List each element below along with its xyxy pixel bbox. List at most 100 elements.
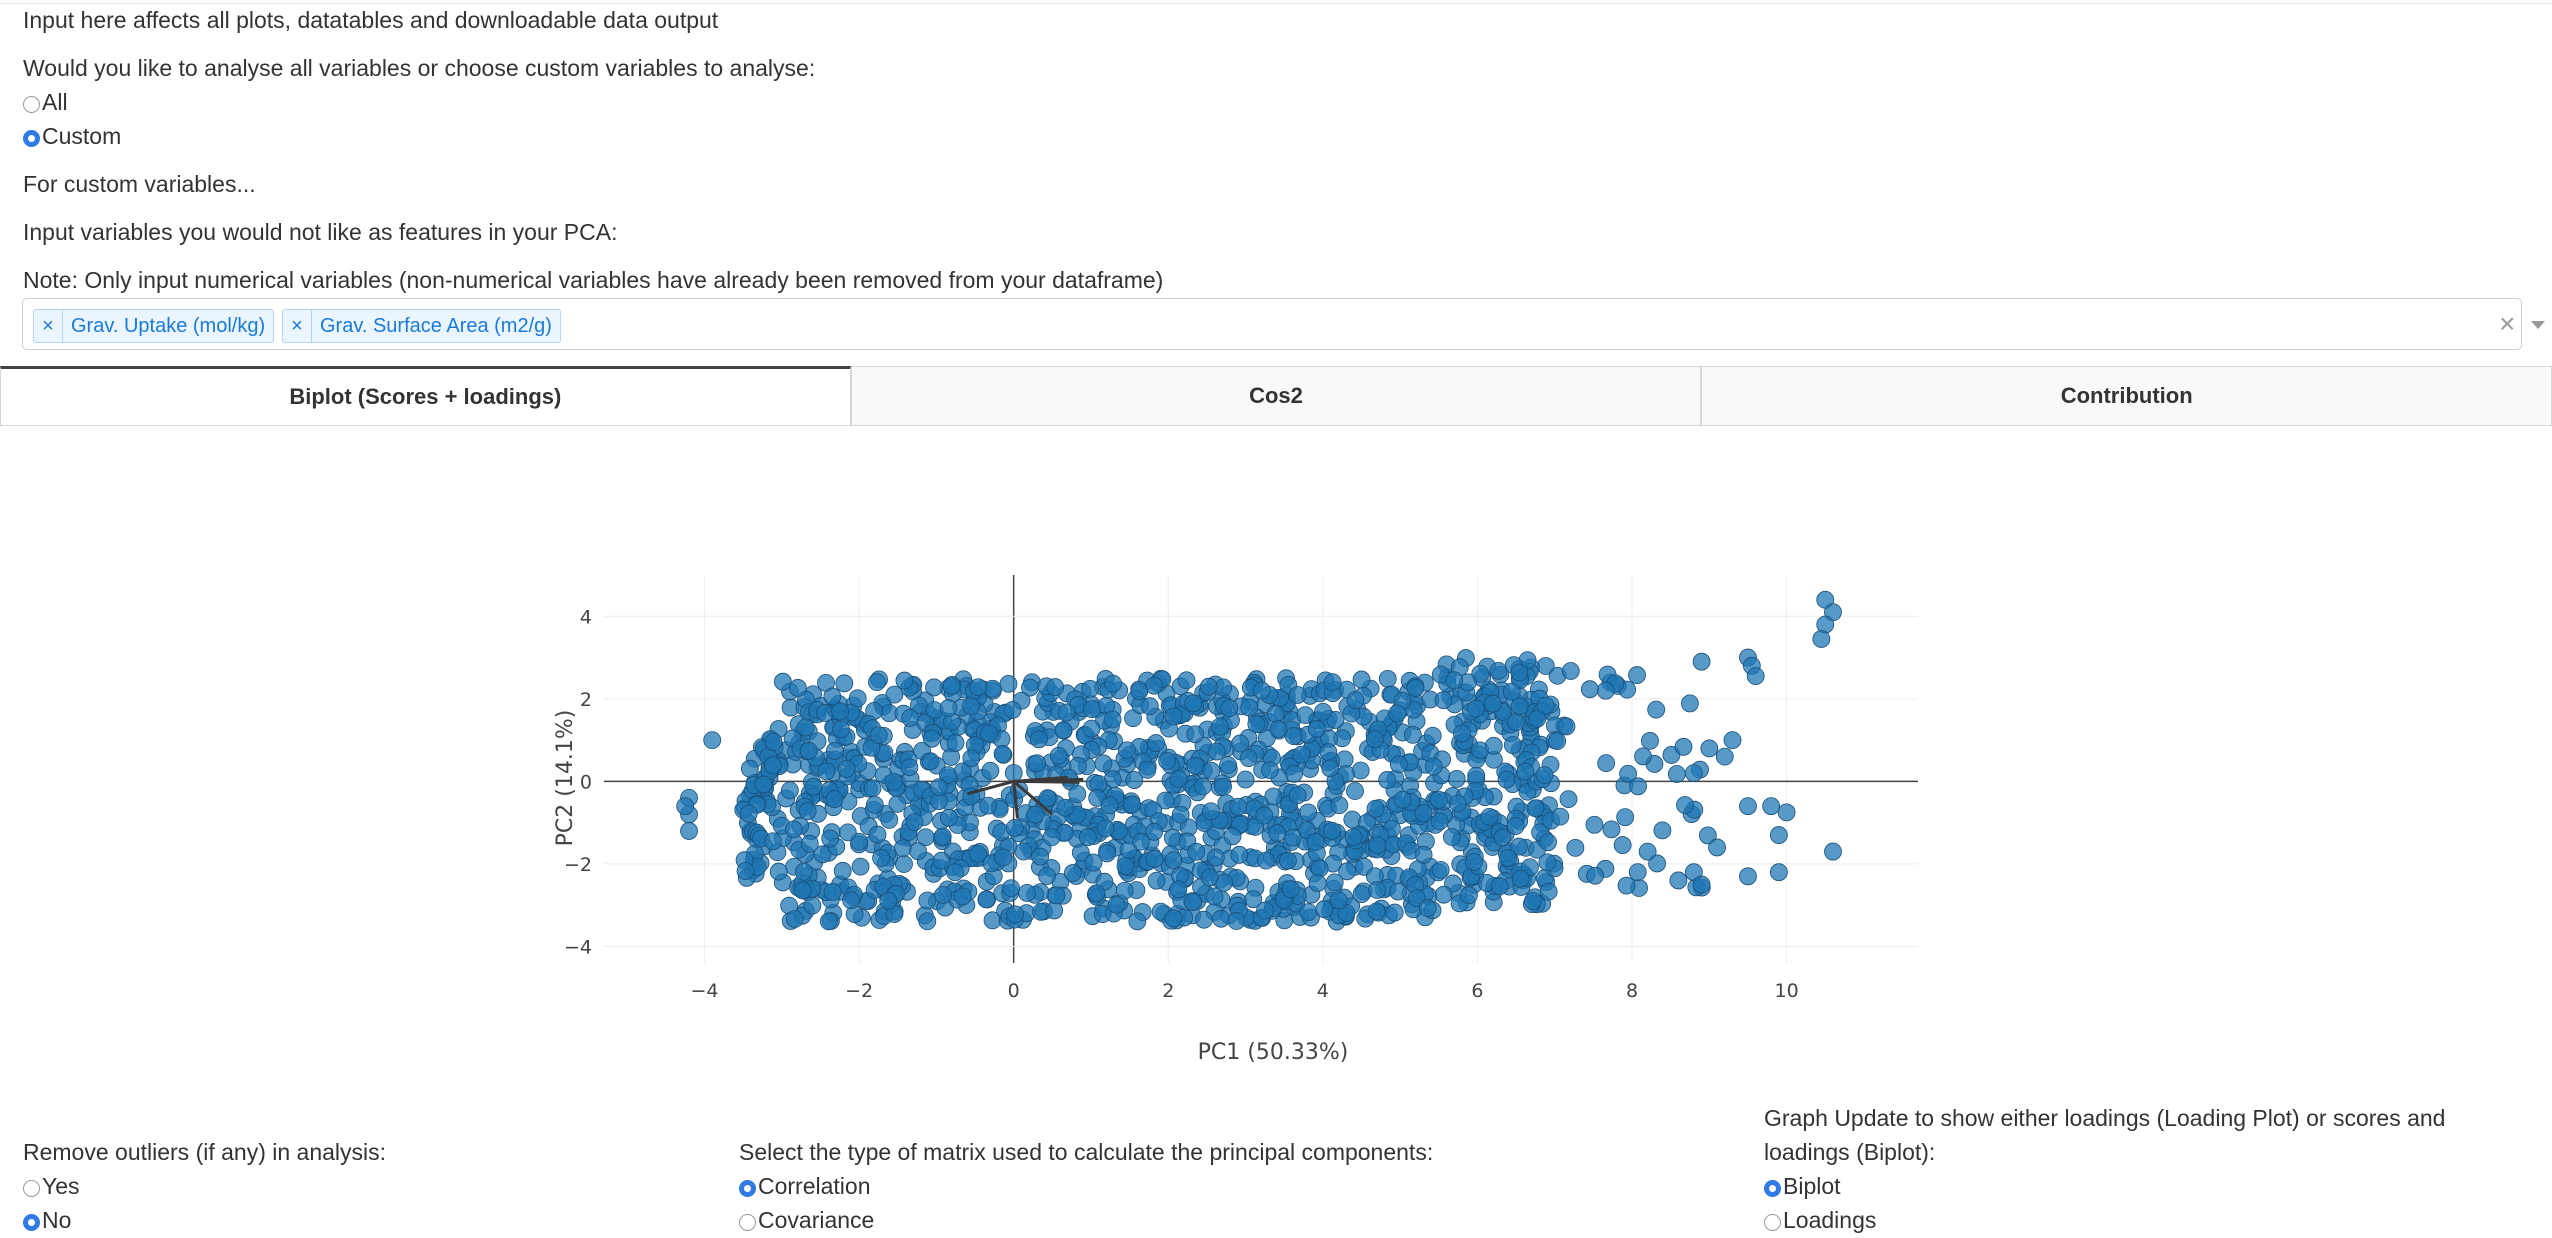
- chip-remove-icon[interactable]: ×: [34, 310, 63, 342]
- score-point: [825, 790, 844, 809]
- score-point: [848, 689, 867, 708]
- score-point: [1490, 877, 1509, 896]
- radio-custom-indicator[interactable]: [23, 129, 40, 147]
- score-point: [1281, 880, 1300, 898]
- score-point: [1580, 680, 1599, 699]
- radio-correlation-indicator[interactable]: [739, 1179, 756, 1197]
- score-point: [1164, 851, 1183, 870]
- x-tick-label: 6: [1471, 980, 1483, 1002]
- score-point: [1004, 764, 1023, 782]
- radio-loadings-indicator[interactable]: [1764, 1213, 1781, 1231]
- radio-custom[interactable]: Custom: [23, 122, 121, 150]
- score-point: [1561, 662, 1580, 680]
- score-point: [1028, 754, 1046, 773]
- score-point: [1628, 863, 1647, 882]
- score-point: [1130, 682, 1149, 701]
- score-point: [1414, 845, 1433, 864]
- chip-remove-icon[interactable]: ×: [283, 310, 312, 342]
- score-point: [1018, 884, 1036, 902]
- score-point: [1315, 900, 1334, 919]
- radio-covariance[interactable]: Covariance: [739, 1206, 874, 1234]
- score-point: [1551, 807, 1570, 826]
- radio-outliers-yes-indicator[interactable]: [23, 1179, 40, 1197]
- score-point: [832, 720, 850, 739]
- score-point: [754, 775, 773, 794]
- score-point: [1056, 798, 1075, 817]
- biplot-chart[interactable]: −4 −2 0 2 4 6 8 10 −4 −2 0 2 4 PC1 (50.33%) PC2 (14.…: [0, 560, 2552, 1080]
- score-point: [1325, 873, 1344, 892]
- score-point: [1453, 724, 1471, 743]
- radio-outliers-no[interactable]: No: [23, 1206, 71, 1234]
- score-point: [1669, 871, 1688, 890]
- score-point: [789, 679, 807, 697]
- score-point: [1629, 777, 1647, 796]
- score-point: [1684, 764, 1703, 783]
- score-point: [994, 848, 1013, 867]
- score-point: [1288, 786, 1307, 805]
- score-point: [1429, 790, 1448, 809]
- score-point: [1653, 821, 1672, 840]
- score-point: [1418, 899, 1437, 917]
- score-point: [1344, 828, 1363, 847]
- score-point: [1116, 857, 1135, 876]
- score-point: [1156, 791, 1175, 810]
- radio-correlation[interactable]: Correlation: [739, 1172, 871, 1200]
- score-point: [933, 827, 952, 846]
- score-point: [1207, 742, 1226, 761]
- score-point: [1323, 673, 1342, 692]
- score-point: [1201, 802, 1220, 821]
- tab-contribution[interactable]: Contribution: [1701, 366, 2552, 426]
- score-point: [1202, 761, 1221, 780]
- score-point: [800, 834, 819, 853]
- score-point: [1230, 845, 1249, 864]
- radio-all-indicator[interactable]: [23, 95, 40, 113]
- clear-all-icon[interactable]: ×: [2499, 309, 2515, 339]
- exclude-variables-multiselect[interactable]: × Grav. Uptake (mol/kg) × Grav. Surface …: [22, 298, 2545, 350]
- intro-text: Input here affects all plots, datatables…: [23, 7, 719, 33]
- x-tick-label: 8: [1626, 980, 1638, 1002]
- radio-all-label: All: [42, 89, 68, 115]
- score-point: [1288, 686, 1307, 704]
- score-point: [1306, 833, 1325, 852]
- variable-question: Would you like to analyse all variables …: [23, 55, 816, 81]
- radio-covariance-indicator[interactable]: [739, 1213, 756, 1231]
- radio-loadings[interactable]: Loadings: [1764, 1206, 1876, 1234]
- score-point: [1269, 720, 1288, 738]
- dropdown-caret-icon[interactable]: [2531, 321, 2545, 329]
- score-point: [1613, 836, 1632, 854]
- score-point: [680, 822, 698, 840]
- score-point: [1236, 770, 1255, 789]
- tab-cos2[interactable]: Cos2: [850, 366, 1702, 426]
- score-point: [1708, 838, 1726, 857]
- tab-biplot[interactable]: Biplot (Scores + loadings): [0, 366, 851, 426]
- score-point: [1442, 828, 1461, 846]
- radio-outliers-yes[interactable]: Yes: [23, 1172, 80, 1200]
- score-point: [1046, 678, 1065, 696]
- radio-outliers-no-indicator[interactable]: [23, 1213, 40, 1231]
- radio-correlation-label: Correlation: [758, 1173, 871, 1199]
- score-point: [1674, 737, 1693, 756]
- score-point: [922, 729, 941, 748]
- score-point: [794, 862, 813, 881]
- score-point: [1319, 743, 1338, 762]
- score-point: [842, 891, 860, 910]
- score-point: [1352, 885, 1371, 904]
- radio-biplot-indicator[interactable]: [1764, 1179, 1781, 1197]
- x-tick-label: −2: [845, 980, 873, 1002]
- score-point: [1366, 799, 1385, 818]
- score-point: [804, 777, 823, 796]
- radio-biplot[interactable]: Biplot: [1764, 1172, 1841, 1200]
- x-tick-label: 10: [1775, 980, 1799, 1002]
- chip-grav-uptake: × Grav. Uptake (mol/kg): [33, 309, 275, 343]
- score-point: [934, 886, 952, 904]
- score-point: [946, 734, 965, 752]
- chip-label: Grav. Uptake (mol/kg): [71, 314, 266, 337]
- radio-all[interactable]: All: [23, 88, 68, 116]
- score-point: [884, 772, 903, 791]
- score-point: [1292, 745, 1311, 764]
- score-point: [879, 891, 898, 910]
- score-point: [921, 752, 940, 771]
- score-point: [1368, 836, 1387, 855]
- score-point: [1431, 861, 1450, 879]
- radio-covariance-label: Covariance: [758, 1207, 875, 1233]
